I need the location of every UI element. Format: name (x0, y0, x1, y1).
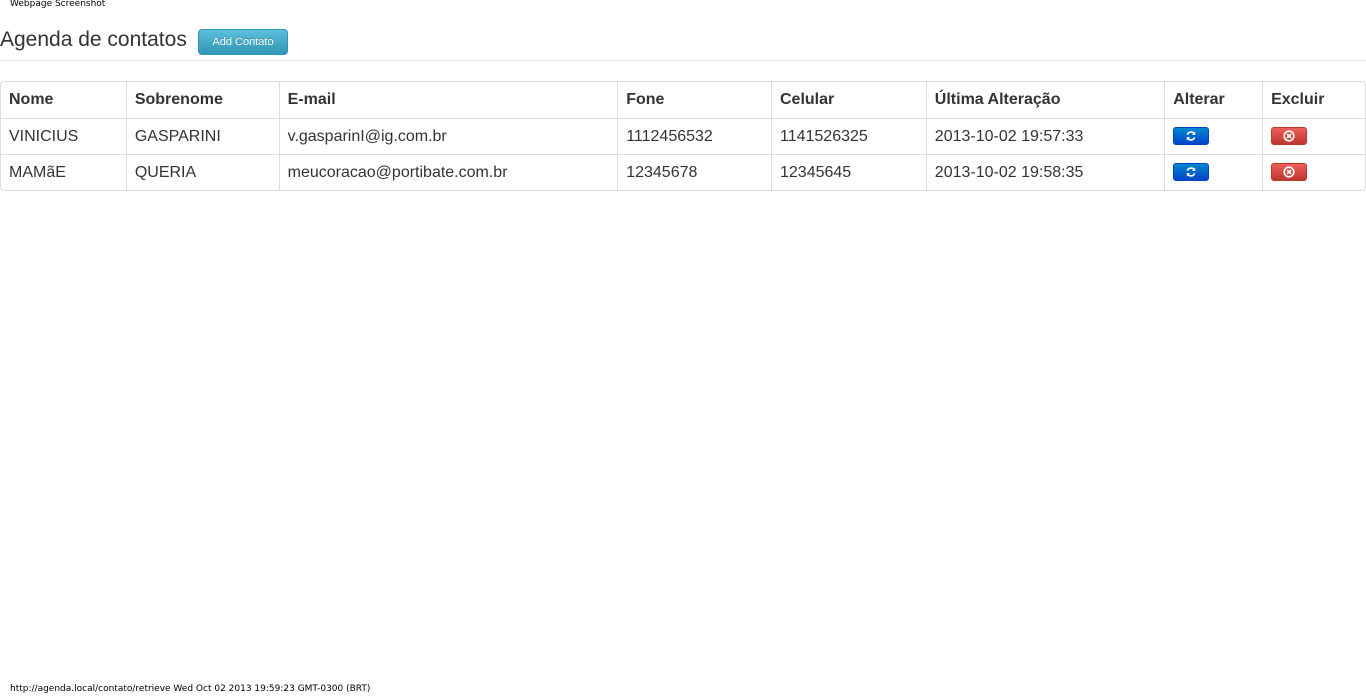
refresh-icon (1186, 131, 1196, 142)
cell-excluir (1262, 154, 1365, 190)
refresh-icon (1186, 167, 1196, 178)
table-row: VINICIUS GASPARINI v.gasparinI@ig.com.br… (1, 118, 1365, 154)
delete-contact-button[interactable] (1271, 163, 1308, 182)
table-row: MAMãE QUERIA meucoracao@portibate.com.br… (1, 154, 1365, 190)
column-header-ultima-alteracao: Última Alteração (925, 82, 1164, 118)
cell-nome: VINICIUS (1, 118, 126, 154)
cell-ultima-alteracao: 2013-10-02 19:57:33 (925, 118, 1165, 154)
cell-alterar (1164, 154, 1263, 190)
table-header-row: Nome Sobrenome E-mail Fone Celular Últim… (1, 82, 1365, 118)
cell-sobrenome: QUERIA (125, 154, 279, 190)
cell-ultima-alteracao: 2013-10-02 19:58:35 (925, 154, 1165, 190)
remove-circle-icon (1283, 166, 1295, 178)
column-header-celular: Celular (771, 82, 926, 118)
capture-title: Webpage Screenshot (10, 0, 106, 9)
column-header-nome: Nome (9, 91, 54, 108)
cell-excluir (1262, 118, 1365, 154)
cell-fone: 12345678 (617, 154, 771, 190)
cell-celular: 1141526325 (771, 118, 926, 154)
contacts-table: Nome Sobrenome E-mail Fone Celular Últim… (0, 81, 1366, 191)
delete-contact-button[interactable] (1271, 127, 1308, 146)
column-header-alterar: Alterar (1164, 82, 1262, 118)
cell-email: meucoracao@portibate.com.br (278, 154, 618, 190)
cell-sobrenome: GASPARINI (125, 118, 279, 154)
column-header-excluir: Excluir (1262, 82, 1365, 118)
edit-contact-button[interactable] (1173, 163, 1210, 182)
remove-circle-icon (1283, 130, 1295, 142)
cell-celular: 12345645 (771, 154, 926, 190)
edit-contact-button[interactable] (1173, 127, 1210, 146)
cell-nome: MAMãE (1, 154, 126, 190)
column-header-fone: Fone (617, 82, 771, 118)
page-title: Agenda de contatos (0, 28, 187, 51)
column-header-sobrenome: Sobrenome (125, 82, 279, 118)
cell-email: v.gasparinI@ig.com.br (278, 118, 618, 154)
add-contact-button[interactable]: Add Contato (198, 29, 288, 55)
cell-alterar (1164, 118, 1263, 154)
cell-fone: 1112456532 (617, 118, 771, 154)
page-header: Agenda de contatos Add Contato (0, 28, 1366, 61)
column-header-email: E-mail (278, 82, 618, 118)
capture-footer-url: http://agenda.local/contato/retrieve Wed… (10, 684, 371, 694)
